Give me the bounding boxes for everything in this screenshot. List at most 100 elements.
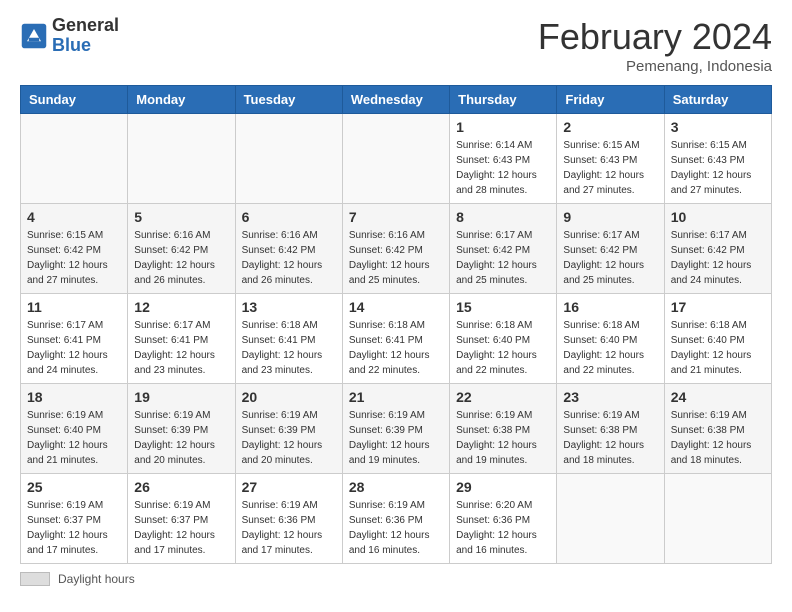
calendar-cell: 25 Sunrise: 6:19 AM Sunset: 6:37 PM Dayli… [21, 474, 128, 564]
day-info: Sunrise: 6:18 AM Sunset: 6:40 PM Dayligh… [456, 318, 550, 378]
subtitle: Pemenang, Indonesia [538, 58, 772, 75]
calendar-cell [557, 474, 664, 564]
day-of-week-header: Tuesday [235, 86, 342, 114]
calendar-cell: 29Sunrise: 6:20 AM Sunset: 6:36 PM Dayli… [450, 474, 557, 564]
calendar-cell: 9 Sunrise: 6:17 AM Sunset: 6:42 PM Daylig… [557, 204, 664, 294]
day-number: 25 [27, 479, 121, 495]
day-number: 26 [134, 479, 228, 495]
calendar-cell: 27 Sunrise: 6:19 AM Sunset: 6:36 PM Dayli… [235, 474, 342, 564]
day-number: 22 [456, 389, 550, 405]
calendar-cell: 14 Sunrise: 6:18 AM Sunset: 6:41 PM Dayli… [342, 294, 449, 384]
day-number: 4 [27, 209, 121, 225]
calendar-cell: 10 Sunrise: 6:17 AM Sunset: 6:42 PM Dayli… [664, 204, 771, 294]
day-number: 13 [242, 299, 336, 315]
day-info: Sunrise: 6:17 AM Sunset: 6:42 PM Dayligh… [563, 228, 657, 288]
day-number: 6 [242, 209, 336, 225]
calendar-cell: 19 Sunrise: 6:19 AM Sunset: 6:39 PM Dayli… [128, 384, 235, 474]
day-number: 24 [671, 389, 765, 405]
day-info: Sunrise: 6:15 AM Sunset: 6:43 PM Dayligh… [563, 138, 657, 198]
day-of-week-header: Sunday [21, 86, 128, 114]
day-info: Sunrise: 6:19 AM Sunset: 6:37 PM Dayligh… [27, 498, 121, 558]
day-info: Sunrise: 6:16 AM Sunset: 6:42 PM Dayligh… [134, 228, 228, 288]
day-info: Sunrise: 6:15 AM Sunset: 6:43 PM Dayligh… [671, 138, 765, 198]
day-of-week-header: Wednesday [342, 86, 449, 114]
day-info: Sunrise: 6:16 AM Sunset: 6:42 PM Dayligh… [242, 228, 336, 288]
day-info: Sunrise: 6:17 AM Sunset: 6:41 PM Dayligh… [27, 318, 121, 378]
day-info: Sunrise: 6:19 AM Sunset: 6:39 PM Dayligh… [242, 408, 336, 468]
day-of-week-header: Friday [557, 86, 664, 114]
calendar-cell: 17 Sunrise: 6:18 AM Sunset: 6:40 PM Dayli… [664, 294, 771, 384]
day-number: 2 [563, 119, 657, 135]
day-info: Sunrise: 6:14 AM Sunset: 6:43 PM Dayligh… [456, 138, 550, 198]
day-number: 28 [349, 479, 443, 495]
day-number: 21 [349, 389, 443, 405]
calendar-week-row: 4 Sunrise: 6:15 AM Sunset: 6:42 PM Daylig… [21, 204, 772, 294]
legend-box [20, 572, 50, 586]
calendar-cell: 4 Sunrise: 6:15 AM Sunset: 6:42 PM Daylig… [21, 204, 128, 294]
day-number: 18 [27, 389, 121, 405]
calendar-cell: 1 Sunrise: 6:14 AM Sunset: 6:43 PM Daylig… [450, 114, 557, 204]
day-info: Sunrise: 6:19 AM Sunset: 6:36 PM Dayligh… [242, 498, 336, 558]
day-info: Sunrise: 6:19 AM Sunset: 6:37 PM Dayligh… [134, 498, 228, 558]
calendar-cell: 18 Sunrise: 6:19 AM Sunset: 6:40 PM Dayli… [21, 384, 128, 474]
logo-text: General Blue [52, 16, 119, 56]
day-number: 5 [134, 209, 228, 225]
calendar-cell: 24Sunrise: 6:19 AM Sunset: 6:38 PM Dayli… [664, 384, 771, 474]
day-info: Sunrise: 6:17 AM Sunset: 6:41 PM Dayligh… [134, 318, 228, 378]
calendar-cell: 16Sunrise: 6:18 AM Sunset: 6:40 PM Dayli… [557, 294, 664, 384]
day-number: 14 [349, 299, 443, 315]
day-info: Sunrise: 6:19 AM Sunset: 6:36 PM Dayligh… [349, 498, 443, 558]
logo: General Blue [20, 16, 119, 56]
day-number: 15 [456, 299, 550, 315]
calendar-cell [128, 114, 235, 204]
calendar-cell: 22 Sunrise: 6:19 AM Sunset: 6:38 PM Dayli… [450, 384, 557, 474]
calendar-cell [664, 474, 771, 564]
day-info: Sunrise: 6:18 AM Sunset: 6:41 PM Dayligh… [349, 318, 443, 378]
day-info: Sunrise: 6:17 AM Sunset: 6:42 PM Dayligh… [671, 228, 765, 288]
day-info: Sunrise: 6:15 AM Sunset: 6:42 PM Dayligh… [27, 228, 121, 288]
day-of-week-header: Saturday [664, 86, 771, 114]
day-info: Sunrise: 6:20 AM Sunset: 6:36 PM Dayligh… [456, 498, 550, 558]
calendar-cell: 23 Sunrise: 6:19 AM Sunset: 6:38 PM Dayli… [557, 384, 664, 474]
day-info: Sunrise: 6:19 AM Sunset: 6:38 PM Dayligh… [456, 408, 550, 468]
day-number: 27 [242, 479, 336, 495]
day-number: 7 [349, 209, 443, 225]
legend-label: Daylight hours [58, 572, 135, 586]
days-header-row: SundayMondayTuesdayWednesdayThursdayFrid… [21, 86, 772, 114]
day-number: 9 [563, 209, 657, 225]
day-info: Sunrise: 6:19 AM Sunset: 6:38 PM Dayligh… [563, 408, 657, 468]
calendar-cell: 20Sunrise: 6:19 AM Sunset: 6:39 PM Dayli… [235, 384, 342, 474]
calendar-cell: 8Sunrise: 6:17 AM Sunset: 6:42 PM Daylig… [450, 204, 557, 294]
day-number: 1 [456, 119, 550, 135]
calendar-cell: 21 Sunrise: 6:19 AM Sunset: 6:39 PM Dayli… [342, 384, 449, 474]
calendar-cell: 15 Sunrise: 6:18 AM Sunset: 6:40 PM Dayli… [450, 294, 557, 384]
calendar-cell: 26 Sunrise: 6:19 AM Sunset: 6:37 PM Dayli… [128, 474, 235, 564]
header: General Blue February 2024 Pemenang, Ind… [20, 16, 772, 75]
day-of-week-header: Thursday [450, 86, 557, 114]
calendar-cell: 13 Sunrise: 6:18 AM Sunset: 6:41 PM Dayli… [235, 294, 342, 384]
day-of-week-header: Monday [128, 86, 235, 114]
day-number: 23 [563, 389, 657, 405]
day-info: Sunrise: 6:18 AM Sunset: 6:40 PM Dayligh… [671, 318, 765, 378]
month-title: February 2024 [538, 16, 772, 58]
calendar-cell: 2 Sunrise: 6:15 AM Sunset: 6:43 PM Daylig… [557, 114, 664, 204]
calendar-cell [342, 114, 449, 204]
day-number: 8 [456, 209, 550, 225]
day-number: 17 [671, 299, 765, 315]
day-number: 12 [134, 299, 228, 315]
day-number: 19 [134, 389, 228, 405]
day-info: Sunrise: 6:18 AM Sunset: 6:41 PM Dayligh… [242, 318, 336, 378]
logo-icon [20, 22, 48, 50]
calendar-cell: 12 Sunrise: 6:17 AM Sunset: 6:41 PM Dayli… [128, 294, 235, 384]
calendar-cell: 5 Sunrise: 6:16 AM Sunset: 6:42 PM Daylig… [128, 204, 235, 294]
title-area: February 2024 Pemenang, Indonesia [538, 16, 772, 75]
day-info: Sunrise: 6:19 AM Sunset: 6:39 PM Dayligh… [349, 408, 443, 468]
day-number: 10 [671, 209, 765, 225]
calendar-table: SundayMondayTuesdayWednesdayThursdayFrid… [20, 85, 772, 564]
calendar-cell: 6 Sunrise: 6:16 AM Sunset: 6:42 PM Daylig… [235, 204, 342, 294]
calendar-cell: 11Sunrise: 6:17 AM Sunset: 6:41 PM Dayli… [21, 294, 128, 384]
calendar-week-row: 18 Sunrise: 6:19 AM Sunset: 6:40 PM Dayli… [21, 384, 772, 474]
day-info: Sunrise: 6:19 AM Sunset: 6:40 PM Dayligh… [27, 408, 121, 468]
day-info: Sunrise: 6:19 AM Sunset: 6:39 PM Dayligh… [134, 408, 228, 468]
calendar-week-row: 11Sunrise: 6:17 AM Sunset: 6:41 PM Dayli… [21, 294, 772, 384]
